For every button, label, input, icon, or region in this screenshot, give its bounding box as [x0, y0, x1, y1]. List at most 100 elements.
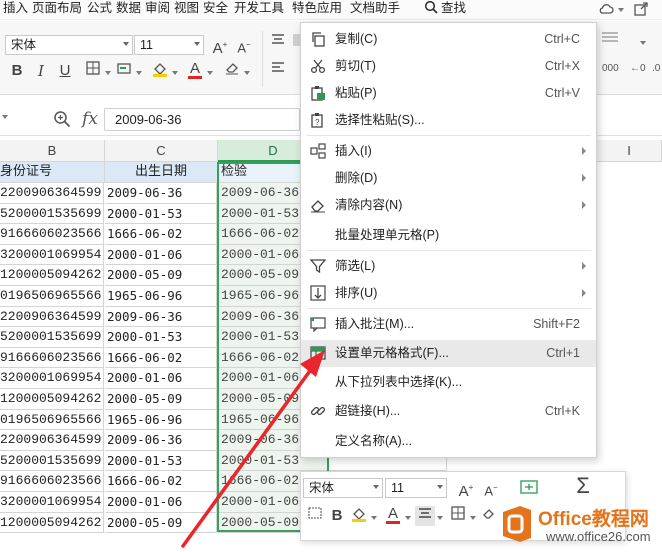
tab-insert[interactable]: 插入 — [3, 0, 28, 20]
cell-birth-date[interactable]: 1965-06-96 — [105, 286, 217, 307]
cell-style-icon[interactable] — [114, 61, 134, 81]
column-header-b[interactable]: B — [0, 140, 105, 162]
bold-icon[interactable]: B — [7, 61, 27, 81]
menu-item-define-name[interactable]: 定义名称(A)... — [301, 428, 596, 455]
menu-item-paste[interactable]: 粘贴(P) Ctrl+V — [301, 80, 596, 107]
cell-birth-date[interactable]: 2000-05-09 — [105, 265, 217, 286]
mini-decrease-font-icon[interactable]: A− — [481, 478, 501, 498]
mini-align-center-icon[interactable] — [415, 506, 435, 526]
formula-input[interactable]: 2009-06-36 — [104, 108, 300, 131]
autosum-icon[interactable]: Σ — [573, 475, 593, 497]
chevron-down-icon[interactable] — [207, 71, 213, 75]
zoom-search-icon[interactable] — [53, 110, 71, 128]
tab-view[interactable]: 视图 — [174, 0, 199, 20]
mini-bold-icon[interactable]: B — [327, 506, 347, 526]
increase-decimal-icon[interactable]: 000 — [602, 63, 619, 74]
chevron-down-icon[interactable] — [371, 516, 377, 520]
merge-center-icon[interactable] — [519, 478, 539, 498]
mini-eraser-icon[interactable] — [479, 506, 499, 526]
menu-item-filter[interactable]: 筛选(L) — [301, 253, 596, 280]
menu-item-format-cells[interactable]: 设置单元格格式(F)... Ctrl+1 — [301, 340, 596, 367]
tab-formulas[interactable]: 公式 — [87, 0, 112, 20]
tab-page-layout[interactable]: 页面布局 — [32, 0, 82, 20]
decrease-font-icon[interactable]: A− — [234, 35, 254, 55]
cell-id-number[interactable]: 3200001069954 — [0, 244, 104, 266]
cell-birth-date[interactable]: 1666-06-02 — [105, 471, 217, 492]
cell-birth-date[interactable]: 2009-06-36 — [105, 183, 217, 204]
chevron-down-icon[interactable] — [470, 516, 476, 520]
column-header-i[interactable]: I — [597, 140, 662, 162]
cell-id-number[interactable]: 0196506965566 — [0, 286, 104, 307]
mini-increase-font-icon[interactable]: A+ — [456, 478, 476, 500]
menu-item-paste-special[interactable]: ? 选择性粘贴(S)... — [301, 107, 596, 134]
tab-review[interactable]: 审阅 — [145, 0, 170, 20]
menu-item-insert-comment[interactable]: 插入批注(M)... Shift+F2 — [301, 311, 596, 338]
tab-special-apps[interactable]: 特色应用 — [292, 0, 342, 20]
menu-item-copy[interactable]: 复制(C) Ctrl+C — [301, 26, 596, 53]
cell-birth-date[interactable]: 2000-01-06 — [105, 492, 217, 513]
menu-item-delete[interactable]: 删除(D) — [301, 165, 596, 192]
align-top-icon[interactable] — [268, 33, 288, 53]
share-icon[interactable] — [633, 1, 649, 17]
mini-format-painter-icon[interactable] — [305, 506, 325, 526]
cell-id-number[interactable]: 5200001535699 — [0, 203, 104, 225]
font-name-select[interactable]: 宋体 — [5, 35, 133, 55]
cell-birth-date[interactable]: 2009-06-36 — [105, 430, 217, 451]
search-button[interactable]: 查找 — [424, 0, 466, 20]
cell-id-number[interactable]: 3200001069954 — [0, 368, 104, 389]
cell-id-number[interactable]: 3200001069954 — [0, 492, 104, 513]
column-header-c[interactable]: C — [105, 140, 218, 162]
chevron-down-icon[interactable] — [405, 516, 411, 520]
cell-id-number[interactable]: 9166606023566 — [0, 347, 104, 369]
decrease-decimal-icon[interactable]: ←0 — [630, 63, 646, 74]
menu-item-insert[interactable]: 插入(I) — [301, 138, 596, 165]
increase-font-icon[interactable]: A+ — [210, 35, 230, 57]
cell-id-number[interactable]: 2200906364599 — [0, 183, 104, 204]
align-left-icon[interactable] — [268, 61, 288, 81]
cell-id-number[interactable]: 9166606023566 — [0, 224, 104, 245]
cell-id-number[interactable]: 2200906364599 — [0, 430, 104, 451]
menu-item-clear[interactable]: 清除内容(N) — [301, 192, 596, 219]
cell-birth-date[interactable]: 1965-06-96 — [105, 409, 217, 431]
chevron-down-icon[interactable] — [244, 71, 250, 75]
font-color-icon[interactable]: A — [185, 59, 205, 79]
menu-item-sort[interactable]: 排序(U) — [301, 280, 596, 307]
cell-birth-date[interactable]: 2000-01-53 — [105, 327, 217, 348]
menu-item-hyperlink[interactable]: 超链接(H)... Ctrl+K — [301, 398, 596, 425]
function-icon[interactable]: fx — [82, 109, 98, 129]
cell-id-number[interactable]: 9166606023566 — [0, 471, 104, 492]
tab-security[interactable]: 安全 — [203, 0, 228, 20]
cell-id-number[interactable]: 0196506965566 — [0, 409, 104, 431]
mini-font-name-select[interactable]: 宋体 — [303, 478, 383, 498]
tab-doc-assistant[interactable]: 文档助手 — [350, 0, 400, 20]
borders-icon[interactable] — [83, 61, 103, 81]
cloud-sync-icon[interactable] — [598, 1, 614, 17]
cell-id-number[interactable]: 1200005094262 — [0, 265, 104, 286]
cell-birth-date[interactable]: 1666-06-02 — [105, 224, 217, 245]
fill-color-icon[interactable] — [150, 61, 170, 81]
cell-birth-date[interactable]: 2009-06-36 — [105, 306, 217, 328]
mini-font-color-icon[interactable]: A — [383, 504, 403, 524]
menu-item-pick-from-list[interactable]: 从下拉列表中选择(K)... — [301, 369, 596, 396]
cell-id-number[interactable]: 1200005094262 — [0, 512, 104, 534]
chevron-down-icon[interactable] — [172, 71, 178, 75]
underline-icon[interactable]: U — [55, 61, 75, 81]
cell-birth-date[interactable]: 2000-01-53 — [105, 203, 217, 225]
clear-format-icon[interactable] — [222, 61, 242, 81]
cell-birth-date[interactable]: 2000-05-09 — [105, 512, 217, 534]
chevron-down-icon[interactable] — [640, 41, 646, 45]
mini-fill-color-icon[interactable] — [349, 506, 369, 526]
chevron-down-icon[interactable] — [136, 71, 142, 75]
cell-id-number[interactable]: 5200001535699 — [0, 450, 104, 472]
cell-id-number[interactable]: 1200005094262 — [0, 389, 104, 410]
tab-data[interactable]: 数据 — [116, 0, 141, 20]
mini-font-size-select[interactable]: 11 — [385, 478, 447, 498]
percent-icon[interactable]: .0 — [652, 63, 660, 74]
cell-birth-date[interactable]: 2000-01-06 — [105, 244, 217, 266]
italic-icon[interactable]: I — [31, 61, 51, 81]
cell-birth-date[interactable]: 1666-06-02 — [105, 347, 217, 369]
chevron-down-icon[interactable] — [618, 8, 624, 12]
number-format-icon[interactable] — [600, 31, 620, 51]
header-cell-id[interactable]: 身份证号 — [0, 162, 105, 183]
cell-birth-date[interactable]: 2000-05-09 — [105, 389, 217, 410]
